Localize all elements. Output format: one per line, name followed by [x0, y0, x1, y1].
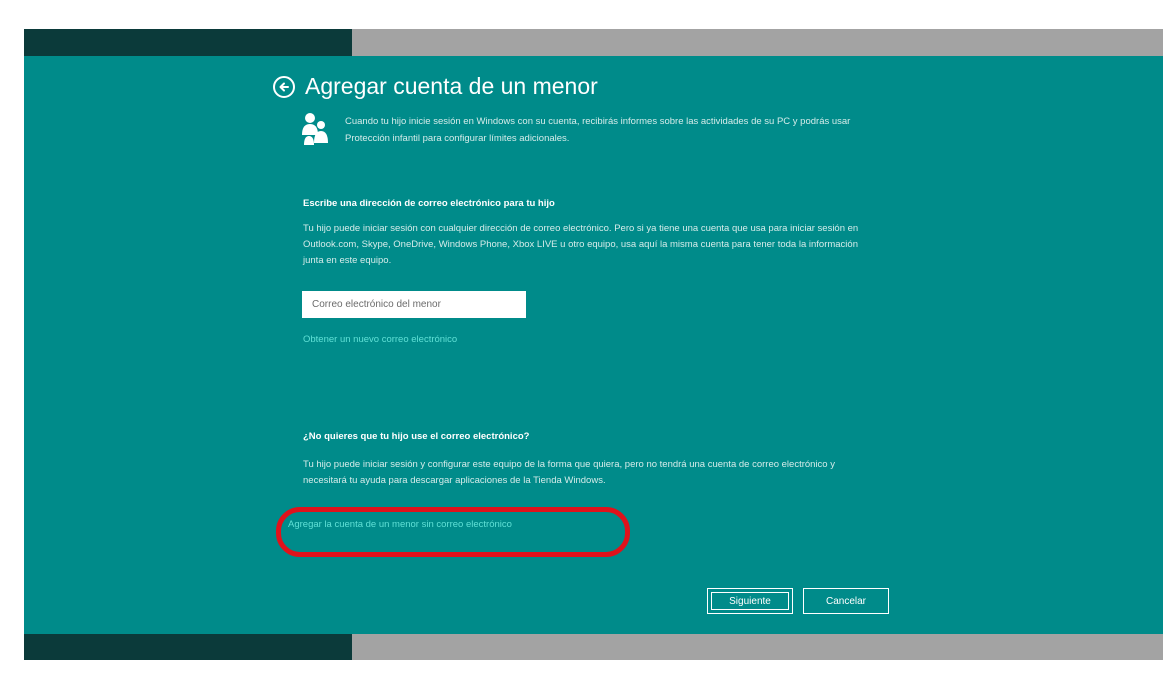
- bottom-bar-gray: [352, 634, 1163, 660]
- family-icon: [302, 113, 328, 145]
- arrow-left-circle-icon: [279, 82, 289, 92]
- page-title: Agregar cuenta de un menor: [305, 73, 598, 99]
- window-frame: Agregar cuenta de un menor Cuando tu hij…: [0, 0, 1175, 673]
- cancel-button[interactable]: Cancelar: [803, 588, 889, 614]
- email-section-heading: Escribe una dirección de correo electrón…: [303, 198, 555, 209]
- no-email-section-body: Tu hijo puede iniciar sesión y configura…: [303, 459, 835, 486]
- intro-text: Cuando tu hijo inicie sesión en Windows …: [345, 116, 851, 144]
- no-email-section-heading: ¿No quieres que tu hijo use el correo el…: [303, 431, 530, 442]
- add-child-without-email-link[interactable]: Agregar la cuenta de un menor sin correo…: [288, 519, 512, 530]
- back-button[interactable]: [273, 76, 295, 98]
- child-email-input[interactable]: [302, 291, 526, 318]
- bottom-bar-dark: [24, 634, 352, 660]
- email-section-body: Tu hijo puede iniciar sesión con cualqui…: [303, 223, 859, 266]
- top-bar-dark: [24, 29, 352, 56]
- next-button[interactable]: Siguiente: [707, 588, 793, 614]
- top-bar-gray: [352, 29, 1163, 56]
- new-email-link[interactable]: Obtener un nuevo correo electrónico: [303, 334, 457, 345]
